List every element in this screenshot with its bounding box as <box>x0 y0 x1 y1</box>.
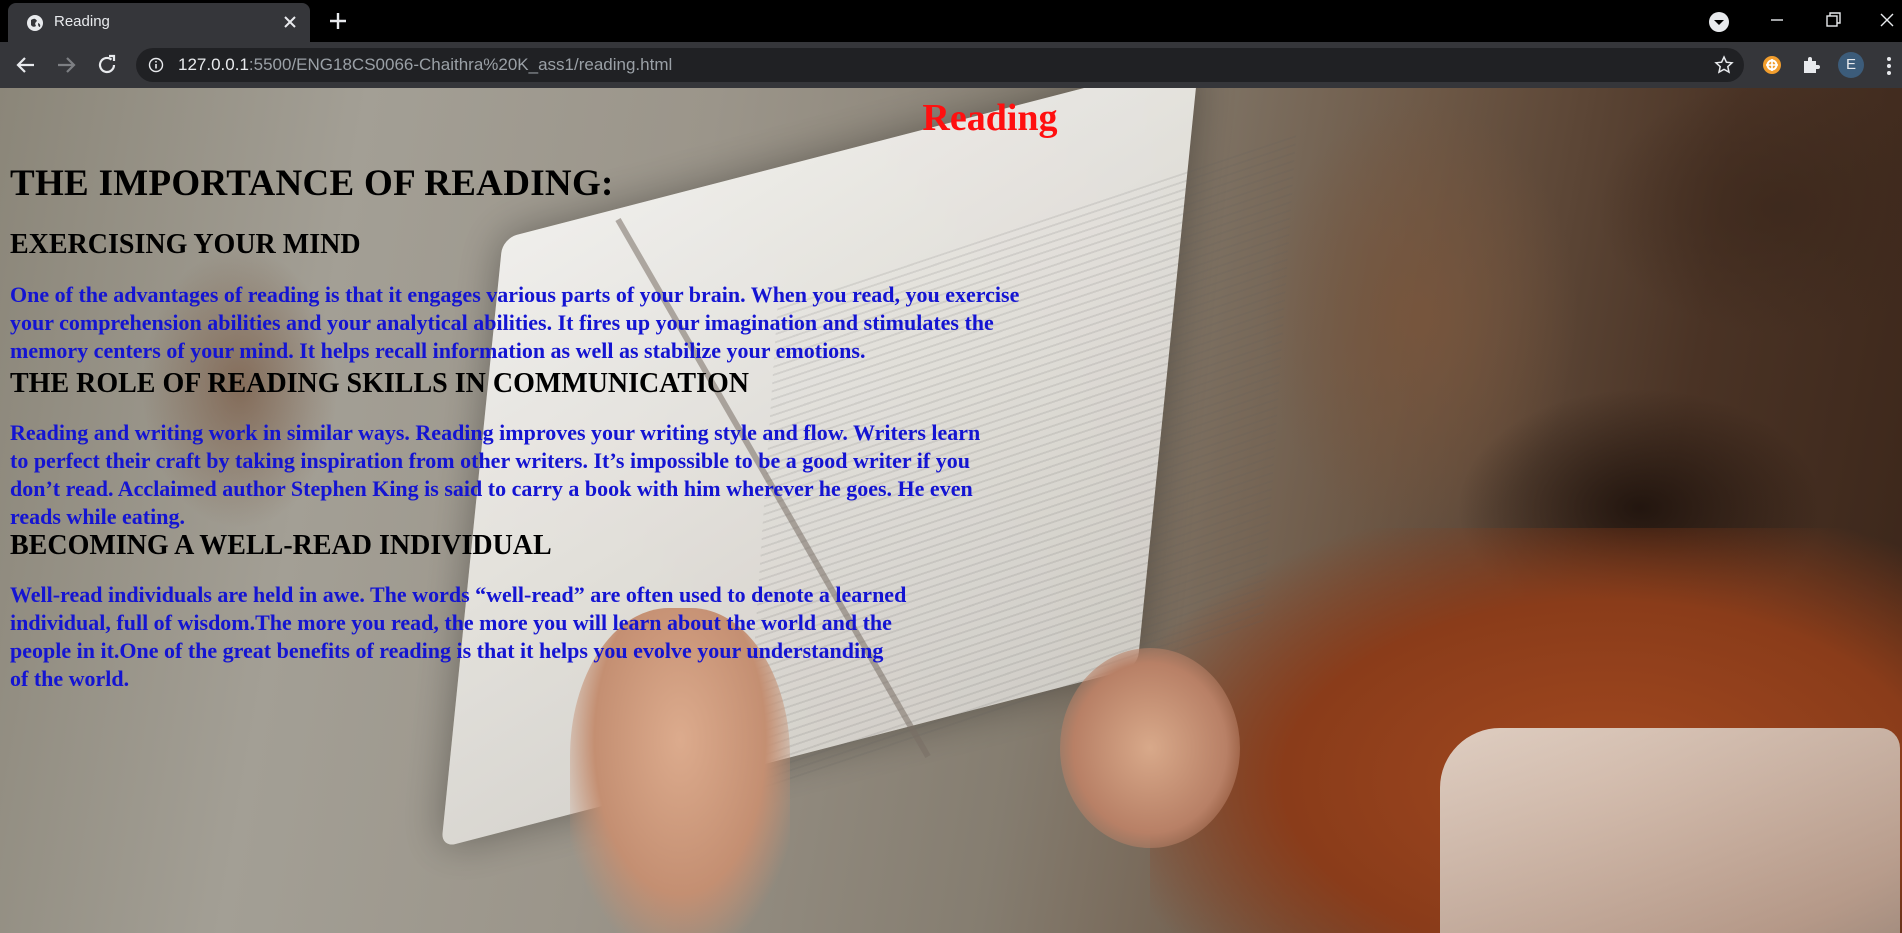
section-heading: BECOMING A WELL-READ INDIVIDUAL <box>10 530 552 561</box>
new-tab-icon[interactable] <box>326 9 350 33</box>
section-heading: THE ROLE OF READING SKILLS IN COMMUNICAT… <box>10 368 749 399</box>
paragraph-line: One of the advantages of reading is that… <box>10 282 1020 307</box>
paragraph-line: don’t read. Acclaimed author Stephen Kin… <box>10 476 973 501</box>
tab-search-icon[interactable] <box>1707 10 1731 34</box>
profile-avatar[interactable]: E <box>1838 52 1864 78</box>
page-title: Reading <box>922 97 1058 139</box>
back-arrow-icon[interactable] <box>12 51 40 79</box>
paragraph-line: individual, full of wisdom.The more you … <box>10 610 892 635</box>
window-close-icon[interactable] <box>1872 6 1902 34</box>
bookmark-star-icon[interactable] <box>1714 55 1734 75</box>
menu-icon[interactable] <box>1882 54 1896 78</box>
address-bar[interactable]: 127.0.0.1:5500/ENG18CS0066-Chaithra%20K_… <box>136 48 1744 82</box>
url-host: 127.0.0.1 <box>178 55 249 74</box>
info-icon[interactable] <box>148 57 164 73</box>
paragraph-line: your comprehension abilities and your an… <box>10 310 994 335</box>
section-paragraph: Well-read individuals are held in awe. T… <box>10 581 906 693</box>
minimize-icon[interactable] <box>1762 6 1792 34</box>
reload-icon[interactable] <box>93 51 121 79</box>
extension-icon[interactable] <box>1760 53 1784 77</box>
section-paragraph: One of the advantages of reading is that… <box>10 281 1019 365</box>
paragraph-line: Well-read individuals are held in awe. T… <box>10 582 907 607</box>
tab-title: Reading <box>54 13 110 30</box>
section-paragraph: Reading and writing work in similar ways… <box>10 419 980 531</box>
restore-icon[interactable] <box>1818 6 1848 34</box>
paragraph-line: memory centers of your mind. It helps re… <box>10 338 866 363</box>
page-viewport: Reading THE IMPORTANCE OF READING: EXERC… <box>0 88 1902 933</box>
tab-strip: Reading <box>0 0 1902 42</box>
main-heading: THE IMPORTANCE OF READING: <box>10 163 614 204</box>
url-path: :5500/ENG18CS0066-Chaithra%20K_ass1/read… <box>248 55 673 74</box>
close-icon[interactable] <box>280 12 300 32</box>
background-photo-chair <box>1440 728 1900 933</box>
paragraph-line: people in it.One of the great benefits o… <box>10 638 884 663</box>
paragraph-line: reads while eating. <box>10 504 185 529</box>
section-heading: EXERCISING YOUR MIND <box>10 229 361 260</box>
background-photo-hand-right <box>1060 648 1240 848</box>
browser-tab[interactable]: Reading <box>8 3 310 42</box>
paragraph-line: of the world. <box>10 666 130 691</box>
paragraph-line: to perfect their craft by taking inspira… <box>10 448 970 473</box>
globe-icon <box>27 15 43 31</box>
paragraph-line: Reading and writing work in similar ways… <box>10 420 981 445</box>
browser-toolbar: 127.0.0.1:5500/ENG18CS0066-Chaithra%20K_… <box>0 42 1902 88</box>
puzzle-icon[interactable] <box>1799 53 1823 77</box>
forward-arrow-icon[interactable] <box>52 51 80 79</box>
url-text[interactable]: 127.0.0.1:5500/ENG18CS0066-Chaithra%20K_… <box>178 55 672 75</box>
